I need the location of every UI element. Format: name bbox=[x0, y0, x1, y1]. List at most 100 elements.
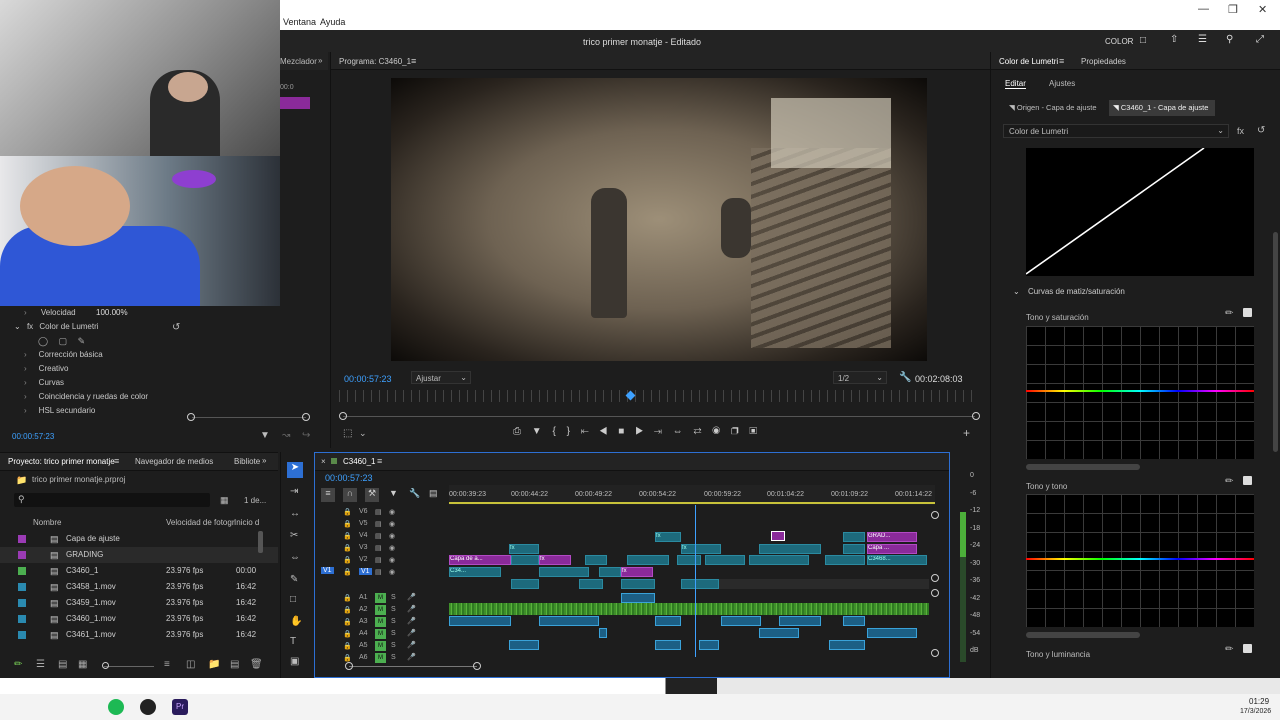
section-basic-correction[interactable]: › Corrección básica bbox=[24, 350, 103, 364]
fullscreen-icon[interactable]: ⤢ bbox=[1256, 34, 1264, 45]
mute-button[interactable]: M bbox=[375, 653, 386, 663]
project-row[interactable]: ▤ C3460_1.mov 23.976 fps 16:42 bbox=[0, 611, 278, 627]
safe-margins-icon[interactable]: ⬚ bbox=[343, 428, 352, 439]
target-button[interactable]: ◥ C3460_1 - Capa de ajuste bbox=[1109, 100, 1215, 116]
frame-icon[interactable]: ▣ bbox=[290, 656, 299, 667]
selection-tool-icon[interactable]: ➤ bbox=[287, 462, 303, 478]
zoom-scrollbar[interactable] bbox=[192, 417, 306, 418]
sync-lock-icon[interactable]: ▤ bbox=[375, 568, 382, 576]
panel-icon[interactable]: □ bbox=[1140, 35, 1146, 46]
lock-icon[interactable]: 🔒 bbox=[343, 606, 352, 614]
quality-select[interactable]: 1/2 ⌄ bbox=[833, 371, 887, 384]
track-header-a3[interactable]: 🔒 A3 M S 🎤 bbox=[315, 617, 449, 629]
clip-v3[interactable] bbox=[825, 555, 865, 565]
find-icon[interactable]: 📁 bbox=[208, 659, 220, 670]
spotify-icon[interactable] bbox=[108, 699, 124, 715]
project-row[interactable]: ▤ C3461_1.mov 23.976 fps 16:42 bbox=[0, 627, 278, 643]
audio-clip-a3[interactable] bbox=[843, 616, 865, 626]
hue-sat-curves-header[interactable]: ⌄ Curvas de matiz/saturación bbox=[1013, 287, 1125, 296]
eye-icon[interactable]: ◉ bbox=[389, 520, 395, 528]
zoom-slider[interactable] bbox=[104, 666, 154, 667]
panel-menu-icon[interactable]: ≡ bbox=[1059, 56, 1064, 66]
playhead[interactable] bbox=[625, 390, 636, 401]
selected-clip[interactable] bbox=[771, 531, 785, 541]
eye-icon[interactable]: ◉ bbox=[389, 556, 395, 564]
clip-v3[interactable] bbox=[585, 555, 607, 565]
track-name[interactable]: A3 bbox=[359, 618, 368, 625]
track-header-v4[interactable]: 🔒 V4 ▤ ◉ bbox=[315, 531, 449, 543]
section-creative[interactable]: › Creativo bbox=[24, 364, 68, 378]
tab-properties[interactable]: Propiedades bbox=[1081, 57, 1126, 66]
mute-button[interactable]: M bbox=[375, 617, 386, 627]
track-name[interactable]: V4 bbox=[359, 532, 368, 539]
track-select-icon[interactable]: ⇥ bbox=[290, 486, 298, 497]
scroll-handle-left[interactable] bbox=[187, 413, 195, 421]
timeline-tab[interactable]: C3460_1 bbox=[343, 457, 375, 466]
mute-button[interactable]: M bbox=[375, 605, 386, 615]
video-frame[interactable] bbox=[391, 78, 927, 361]
adjustment-clip[interactable]: fx bbox=[621, 567, 653, 577]
menu-ventana[interactable]: Ventana bbox=[283, 17, 316, 27]
menu-icon[interactable]: ☰ bbox=[1198, 34, 1207, 45]
mark-out-icon[interactable]: } bbox=[567, 426, 570, 437]
panel-scrollbar[interactable] bbox=[1273, 232, 1278, 452]
lock-icon[interactable]: 🔒 bbox=[343, 520, 352, 528]
filter-icon[interactable]: ▼ bbox=[260, 430, 270, 441]
track-header-a2[interactable]: 🔒 A2 M S 🎤 bbox=[315, 605, 449, 617]
project-row[interactable]: ▤ C3458_1.mov 23.976 fps 16:42 bbox=[0, 579, 278, 595]
track-header-v2[interactable]: 🔒 V2 ▤ ◉ bbox=[315, 555, 449, 567]
eyedropper-icon[interactable]: ✏ bbox=[1225, 644, 1233, 655]
hue-sat-graph[interactable] bbox=[1026, 326, 1254, 459]
chevron-right-icon[interactable]: › bbox=[24, 308, 27, 317]
navigator-bar[interactable] bbox=[343, 416, 975, 417]
eye-icon[interactable]: ◉ bbox=[389, 508, 395, 516]
track-header-v5[interactable]: 🔒 V5 ▤ ◉ bbox=[315, 519, 449, 531]
tab-project[interactable]: Proyecto: trico primer monatje bbox=[8, 457, 115, 466]
mute-button[interactable]: M bbox=[375, 641, 386, 651]
track-header-v1[interactable]: V1 🔒 V1 ▤ ◉ bbox=[315, 567, 449, 579]
icon-view-icon[interactable]: ▤ bbox=[58, 659, 67, 670]
lock-icon[interactable]: 🔒 bbox=[343, 594, 352, 602]
settings-wrench-icon[interactable]: 🔧 bbox=[409, 488, 420, 499]
clip-v1[interactable] bbox=[681, 579, 719, 589]
clip-v4[interactable]: fx bbox=[681, 544, 721, 554]
subtab-settings[interactable]: Ajustes bbox=[1049, 79, 1075, 88]
track-name[interactable]: V6 bbox=[359, 508, 368, 515]
adjustment-clip[interactable]: Capa ... bbox=[867, 544, 917, 554]
clip-v3[interactable] bbox=[677, 555, 701, 565]
pen-icon[interactable]: ✎ bbox=[290, 574, 298, 585]
rgb-curve-graph[interactable] bbox=[1026, 148, 1254, 276]
automate-icon[interactable]: ◫ bbox=[186, 659, 195, 670]
hand-icon[interactable]: ✋ bbox=[290, 616, 302, 627]
solo-button[interactable]: S bbox=[391, 606, 396, 613]
rectangle-icon[interactable]: □ bbox=[290, 594, 296, 605]
close-icon[interactable]: ✕ bbox=[1258, 3, 1267, 16]
compare-icon[interactable]: ❐ bbox=[731, 426, 739, 437]
track-name[interactable]: A6 bbox=[359, 654, 368, 661]
track-name[interactable]: A4 bbox=[359, 630, 368, 637]
audio-clip-a3[interactable] bbox=[779, 616, 821, 626]
tab-lumetri[interactable]: Color de Lumetri bbox=[999, 57, 1058, 66]
timeline-zoom-handle-left[interactable] bbox=[345, 662, 353, 670]
marker-icon[interactable]: ▼ bbox=[532, 426, 542, 437]
step-back-icon[interactable]: ◀ bbox=[600, 426, 608, 437]
chevron-right-icon[interactable]: › bbox=[24, 392, 27, 401]
panel-menu-icon[interactable]: ≡ bbox=[114, 456, 119, 466]
project-row[interactable]: ▤ Capa de ajuste bbox=[0, 531, 278, 547]
track-name[interactable]: A2 bbox=[359, 606, 368, 613]
track-header-a4[interactable]: 🔒 A4 M S 🎤 bbox=[315, 629, 449, 641]
ellipse-mask-icon[interactable]: ◯ bbox=[38, 336, 48, 346]
source-patch[interactable]: V1 bbox=[321, 567, 334, 574]
ripple-edit-icon[interactable]: ↔ bbox=[290, 508, 300, 519]
velocity-row[interactable]: › Velocidad 100.00% bbox=[24, 308, 128, 322]
clip-v3[interactable] bbox=[511, 555, 539, 565]
chevron-down-icon[interactable]: ⌄ bbox=[359, 428, 367, 439]
mark-in-icon[interactable]: { bbox=[552, 426, 555, 437]
premiere-icon[interactable]: Pr bbox=[172, 699, 188, 715]
lock-icon[interactable]: 🔒 bbox=[343, 618, 352, 626]
vr-icon[interactable]: ▣ bbox=[749, 426, 757, 437]
mic-icon[interactable]: 🎤 bbox=[407, 605, 416, 613]
clip-v4[interactable] bbox=[759, 544, 821, 554]
track-name[interactable]: A1 bbox=[359, 594, 368, 601]
solo-button[interactable]: S bbox=[391, 630, 396, 637]
